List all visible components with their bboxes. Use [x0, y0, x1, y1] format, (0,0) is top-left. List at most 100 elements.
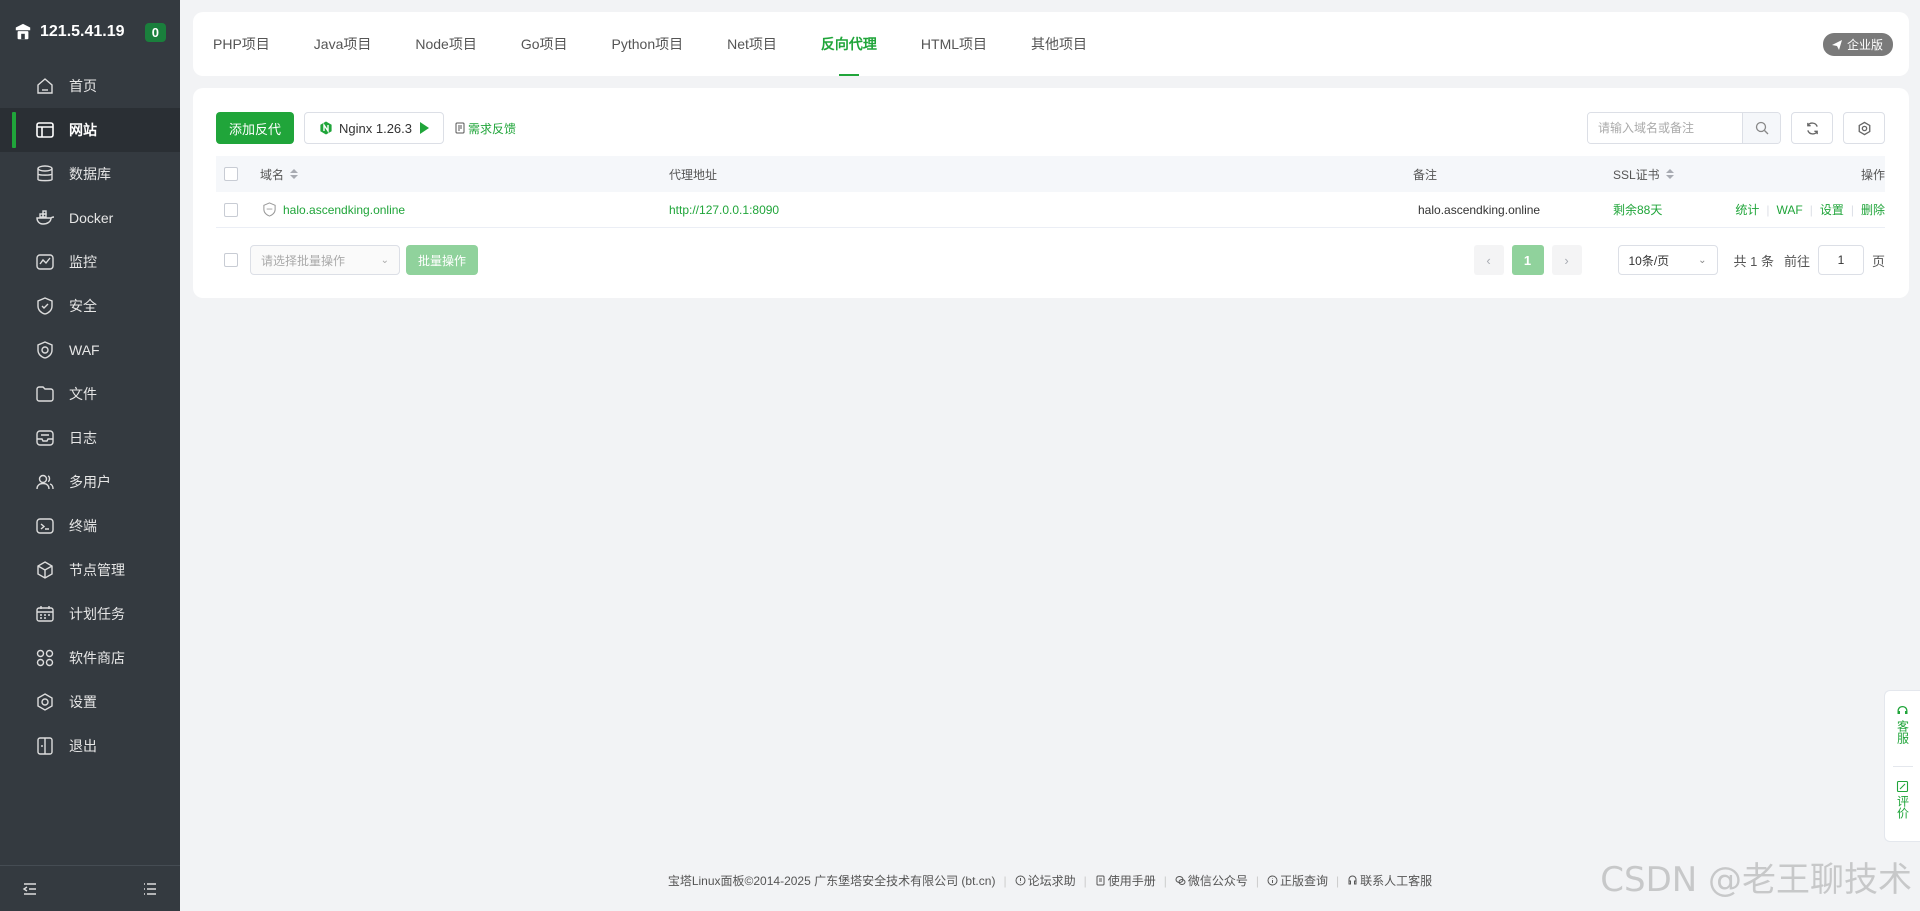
- tab-java[interactable]: Java项目: [314, 12, 372, 76]
- header-ssl[interactable]: SSL证书: [1613, 166, 1674, 183]
- batch-button[interactable]: 批量操作: [406, 245, 479, 275]
- server-ip[interactable]: 121.5.41.19: [40, 23, 145, 41]
- search-input[interactable]: [1588, 113, 1742, 143]
- search-button[interactable]: [1742, 113, 1780, 143]
- sidebar-item-docker[interactable]: Docker: [0, 196, 180, 240]
- collapse-menu-icon[interactable]: [22, 881, 38, 897]
- proxy-address-link[interactable]: http://127.0.0.1:8090: [669, 203, 779, 217]
- footer-select-checkbox[interactable]: [224, 253, 238, 267]
- sidebar-item-label: 网站: [69, 122, 97, 138]
- sidebar-item-label: 日志: [69, 430, 97, 446]
- sidebar-item-users[interactable]: 多用户: [0, 460, 180, 504]
- tab-html[interactable]: HTML项目: [921, 12, 987, 76]
- review-button[interactable]: 评价: [1896, 766, 1910, 841]
- add-proxy-button[interactable]: 添加反代: [216, 112, 295, 144]
- waf-action[interactable]: WAF: [1777, 203, 1803, 217]
- sidebar-item-label: 安全: [69, 298, 97, 314]
- database-icon: [37, 165, 53, 182]
- per-page-value: 10条/页: [1628, 253, 1670, 268]
- info-icon: [1267, 875, 1278, 886]
- nginx-label: Nginx 1.26.3: [339, 120, 413, 136]
- footer-separator: |: [1003, 873, 1007, 888]
- sidebar-item-terminal[interactable]: 终端: [0, 504, 180, 548]
- tab-php[interactable]: PHP项目: [213, 12, 270, 76]
- node-icon: [37, 561, 53, 579]
- floating-tools: 客服 评价: [1884, 690, 1920, 842]
- verify-link[interactable]: 正版查询: [1267, 872, 1328, 889]
- page-number[interactable]: 1: [1511, 245, 1544, 275]
- row-actions: 统计 | WAF | 设置 | 删除: [1735, 201, 1885, 218]
- select-all-checkbox[interactable]: [224, 167, 238, 181]
- proxy-panel: 添加反代 Nginx 1.26.3 需求反馈 请输入域名或备注 域名 代理地址 …: [193, 88, 1909, 298]
- sidebar-item-label: 多用户: [69, 474, 111, 490]
- list-menu-icon[interactable]: [142, 881, 158, 897]
- batch-select[interactable]: 请选择批量操作 ⌄: [250, 245, 400, 275]
- tab-other[interactable]: 其他项目: [1031, 12, 1087, 76]
- header-ops: 操作: [1860, 167, 1885, 182]
- refresh-button[interactable]: [1791, 112, 1833, 144]
- sidebar-item-security[interactable]: 安全: [0, 284, 180, 328]
- sidebar-item-nodes[interactable]: 节点管理: [0, 548, 180, 592]
- sidebar-item-waf[interactable]: WAF: [0, 328, 180, 372]
- wechat-label: 微信公众号: [1187, 874, 1248, 888]
- stats-action[interactable]: 统计: [1735, 201, 1759, 218]
- goto-page-input[interactable]: [1817, 245, 1864, 275]
- row-checkbox[interactable]: [224, 202, 238, 217]
- settings-action[interactable]: 设置: [1820, 201, 1844, 218]
- footer-separator: |: [1336, 873, 1340, 888]
- page-unit: 页: [1871, 253, 1885, 269]
- header-remark: 备注: [1413, 167, 1438, 182]
- settings-button[interactable]: [1843, 112, 1885, 144]
- document-icon: [455, 122, 465, 134]
- sidebar-item-logout[interactable]: 退出: [0, 724, 180, 768]
- sidebar-item-home[interactable]: 首页: [0, 64, 180, 108]
- toolbar-right: [1587, 112, 1885, 144]
- sidebar-item-database[interactable]: 数据库: [0, 152, 180, 196]
- sidebar-item-files[interactable]: 文件: [0, 372, 180, 416]
- ssl-status[interactable]: 剩余88天: [1613, 201, 1662, 218]
- toolbar: 添加反代 Nginx 1.26.3 需求反馈: [216, 112, 1885, 144]
- tab-reverse-proxy[interactable]: 反向代理: [821, 12, 877, 76]
- sidebar-item-website[interactable]: 网站: [0, 108, 180, 152]
- refresh-icon: [1806, 121, 1818, 135]
- ssl-shield-icon: [263, 202, 276, 217]
- wechat-link[interactable]: 微信公众号: [1175, 872, 1248, 889]
- next-page-button[interactable]: ›: [1551, 245, 1582, 275]
- enterprise-badge[interactable]: 企业版: [1822, 33, 1893, 56]
- sidebar-item-cron[interactable]: 计划任务: [0, 592, 180, 636]
- notification-badge[interactable]: 0: [144, 22, 166, 42]
- header-domain[interactable]: 域名: [260, 166, 299, 183]
- chevron-down-icon: ⌄: [380, 254, 389, 266]
- sidebar-item-logs[interactable]: 日志: [0, 416, 180, 460]
- forum-link[interactable]: 论坛求助: [1015, 872, 1076, 889]
- tab-go[interactable]: Go项目: [521, 12, 568, 76]
- sidebar-item-label: 退出: [69, 738, 97, 754]
- per-page-select[interactable]: 10条/页 ⌄: [1617, 245, 1718, 275]
- search-box: [1587, 112, 1781, 144]
- action-separator: |: [1766, 202, 1770, 217]
- table-row: halo.ascendking.online http://127.0.0.1:…: [216, 192, 1885, 228]
- customer-service-label: 客服: [1895, 720, 1910, 744]
- support-link[interactable]: 联系人工客服: [1347, 872, 1432, 889]
- play-icon: [420, 122, 430, 134]
- help-icon: [1015, 875, 1026, 886]
- tab-net[interactable]: Net项目: [727, 12, 777, 76]
- feedback-link[interactable]: 需求反馈: [454, 120, 516, 137]
- domain-link[interactable]: halo.ascendking.online: [283, 203, 405, 217]
- customer-service-button[interactable]: 客服: [1895, 691, 1910, 766]
- goto-label: 前往: [1783, 253, 1810, 269]
- nginx-button[interactable]: Nginx 1.26.3: [304, 112, 445, 144]
- waf-icon: [37, 341, 53, 359]
- remark-cell[interactable]: halo.ascendking.online: [1418, 203, 1540, 217]
- manual-link[interactable]: 使用手册: [1095, 872, 1156, 889]
- tab-node[interactable]: Node项目: [415, 12, 476, 76]
- sidebar-item-monitor[interactable]: 监控: [0, 240, 180, 284]
- tab-python[interactable]: Python项目: [612, 12, 684, 76]
- batch-select-placeholder: 请选择批量操作: [261, 253, 346, 268]
- prev-page-button[interactable]: ‹: [1473, 245, 1504, 275]
- feedback-label: 需求反馈: [468, 121, 517, 136]
- sidebar-item-store[interactable]: 软件商店: [0, 636, 180, 680]
- book-icon: [1096, 875, 1105, 886]
- delete-action[interactable]: 删除: [1861, 201, 1885, 218]
- sidebar-item-settings[interactable]: 设置: [0, 680, 180, 724]
